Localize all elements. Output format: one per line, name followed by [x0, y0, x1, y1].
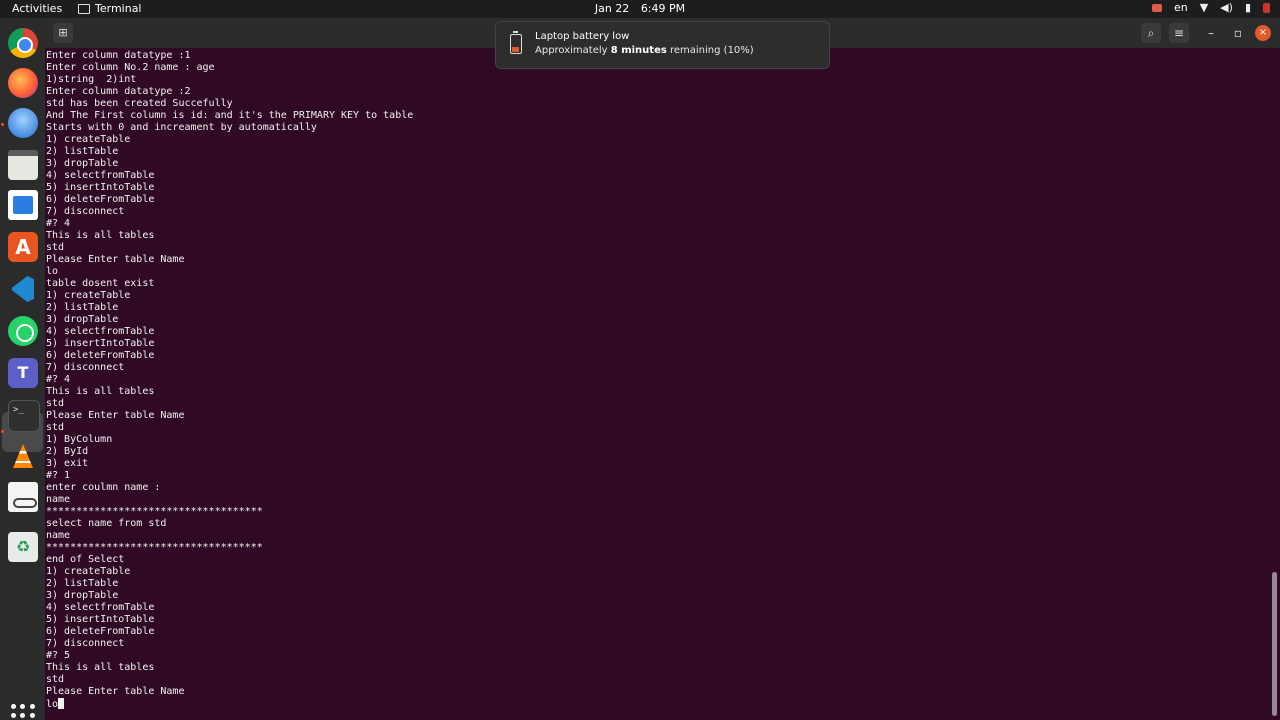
maximize-button[interactable]: ▫	[1228, 23, 1248, 43]
input-text: lo	[46, 699, 59, 710]
clock[interactable]: Jan 22 6:49 PM	[0, 2, 1280, 15]
terminal-line: 3) exit	[46, 458, 89, 469]
terminal-line: 3) dropTable	[46, 590, 119, 601]
running-indicator	[1, 430, 4, 433]
minimize-button[interactable]: –	[1201, 23, 1221, 43]
terminal-line: Enter column datatype :2	[46, 86, 191, 97]
date: Jan 22	[594, 2, 630, 15]
terminal-line: 3) dropTable	[46, 158, 119, 169]
terminal-line: 1) createTable	[46, 134, 131, 145]
time: 6:49 PM	[640, 2, 686, 15]
terminal-line: This is all tables	[46, 230, 155, 241]
terminal-line: 7) disconnect	[46, 206, 125, 217]
chrome-icon[interactable]	[8, 28, 38, 58]
terminal-line: 1) createTable	[46, 566, 131, 577]
close-button[interactable]: ×	[1255, 25, 1271, 41]
terminal-input-line[interactable]: lo	[46, 698, 1256, 710]
battery-notification[interactable]: Laptop battery low Approximately 8 minut…	[495, 21, 830, 69]
teams-icon[interactable]: T	[8, 358, 38, 388]
terminal-line: 4) selectfromTable	[46, 602, 155, 613]
terminal-line: ************************************	[46, 506, 263, 517]
terminal-line: ************************************	[46, 542, 263, 553]
files-icon[interactable]	[8, 150, 38, 180]
terminal-output[interactable]: Enter column datatype :1 Enter column No.…	[46, 50, 1256, 720]
terminal-line: std	[46, 674, 65, 685]
terminal-line: 4) selectfromTable	[46, 326, 155, 337]
terminal-line: 7) disconnect	[46, 638, 125, 649]
terminal-line: 7) disconnect	[46, 362, 125, 373]
terminal-line: 2) listTable	[46, 146, 119, 157]
terminal-line: And The First column is id: and it's the…	[46, 110, 414, 121]
battery-icon	[1263, 2, 1270, 13]
terminal-line: lo	[46, 266, 59, 277]
terminal-line: 5) insertIntoTable	[46, 182, 155, 193]
terminal-line: std	[46, 242, 65, 253]
menu-button[interactable]: ≡	[1169, 23, 1189, 43]
terminal-line: table dosent exist	[46, 278, 155, 289]
writer-icon[interactable]	[8, 190, 38, 220]
volume-icon: ◀)	[1220, 1, 1233, 14]
terminal-icon[interactable]: >_	[8, 400, 40, 432]
terminal-line: 4) selectfromTable	[46, 170, 155, 181]
terminal-line: 1) createTable	[46, 290, 131, 301]
whatsapp-icon[interactable]	[8, 316, 38, 346]
battery-low-icon	[510, 31, 522, 54]
terminal-line: std	[46, 398, 65, 409]
terminal-line: enter coulmn name :	[46, 482, 161, 493]
top-bar: Activities Terminal Jan 22 6:49 PM en ▼ …	[0, 0, 1280, 18]
terminal-line: 2) listTable	[46, 302, 119, 313]
running-indicator	[1, 123, 4, 126]
terminal-line: 1) ByColumn	[46, 434, 113, 445]
screen-recording-icon[interactable]	[1151, 3, 1162, 12]
terminal-line: 5) insertIntoTable	[46, 338, 155, 349]
terminal-line: Please Enter table Name	[46, 410, 185, 421]
show-apps-icon[interactable]	[11, 704, 35, 720]
terminal-line: 1)string 2)int	[46, 74, 137, 85]
terminal-line: 6) deleteFromTable	[46, 194, 155, 205]
notification-body: Approximately 8 minutes remaining (10%)	[535, 45, 754, 56]
terminal-line: 2) listTable	[46, 578, 119, 589]
text-cursor	[58, 698, 65, 709]
trash-icon[interactable]: ♻	[8, 532, 38, 562]
terminal-line: #? 4	[46, 218, 71, 229]
terminal-line: This is all tables	[46, 386, 155, 397]
vlc-icon[interactable]	[8, 442, 38, 472]
terminal-line: end of Select	[46, 554, 125, 565]
terminal-line: #? 4	[46, 374, 71, 385]
language-indicator[interactable]: en	[1174, 1, 1188, 14]
terminal-scrollbar[interactable]	[1272, 572, 1277, 716]
terminal-line: select name from std	[46, 518, 167, 529]
terminal-line: This is all tables	[46, 662, 155, 673]
terminal-line: std has been created Succefully	[46, 98, 233, 109]
terminal-line: std	[46, 422, 65, 433]
terminal-line: Please Enter table Name	[46, 254, 185, 265]
document-viewer-icon[interactable]	[8, 482, 38, 512]
vscode-icon[interactable]	[8, 274, 38, 304]
dock: A T >_ ♻	[0, 18, 45, 720]
wifi-icon: ▼	[1199, 1, 1209, 14]
terminal-line: 2) ById	[46, 446, 89, 457]
notification-title: Laptop battery low	[535, 31, 630, 42]
terminal-line: #? 1	[46, 470, 71, 481]
system-tray[interactable]: en ▼ ◀) ▮	[1151, 1, 1270, 14]
microphone-icon: ▮	[1244, 1, 1251, 14]
terminal-line: #? 5	[46, 650, 71, 661]
thunderbird-icon[interactable]	[8, 108, 38, 138]
terminal-line: name	[46, 530, 71, 541]
search-button[interactable]: ⌕	[1141, 23, 1161, 43]
new-tab-button[interactable]: ⊞	[53, 23, 73, 43]
terminal-line: 6) deleteFromTable	[46, 350, 155, 361]
terminal-line: Please Enter table Name	[46, 686, 185, 697]
terminal-line: 6) deleteFromTable	[46, 626, 155, 637]
firefox-icon[interactable]	[8, 68, 38, 98]
terminal-line: name	[46, 494, 71, 505]
app-center-icon[interactable]: A	[8, 232, 38, 262]
terminal-line: 3) dropTable	[46, 314, 119, 325]
terminal-line: Starts with 0 and increament by automati…	[46, 122, 317, 133]
terminal-line: 5) insertIntoTable	[46, 614, 155, 625]
